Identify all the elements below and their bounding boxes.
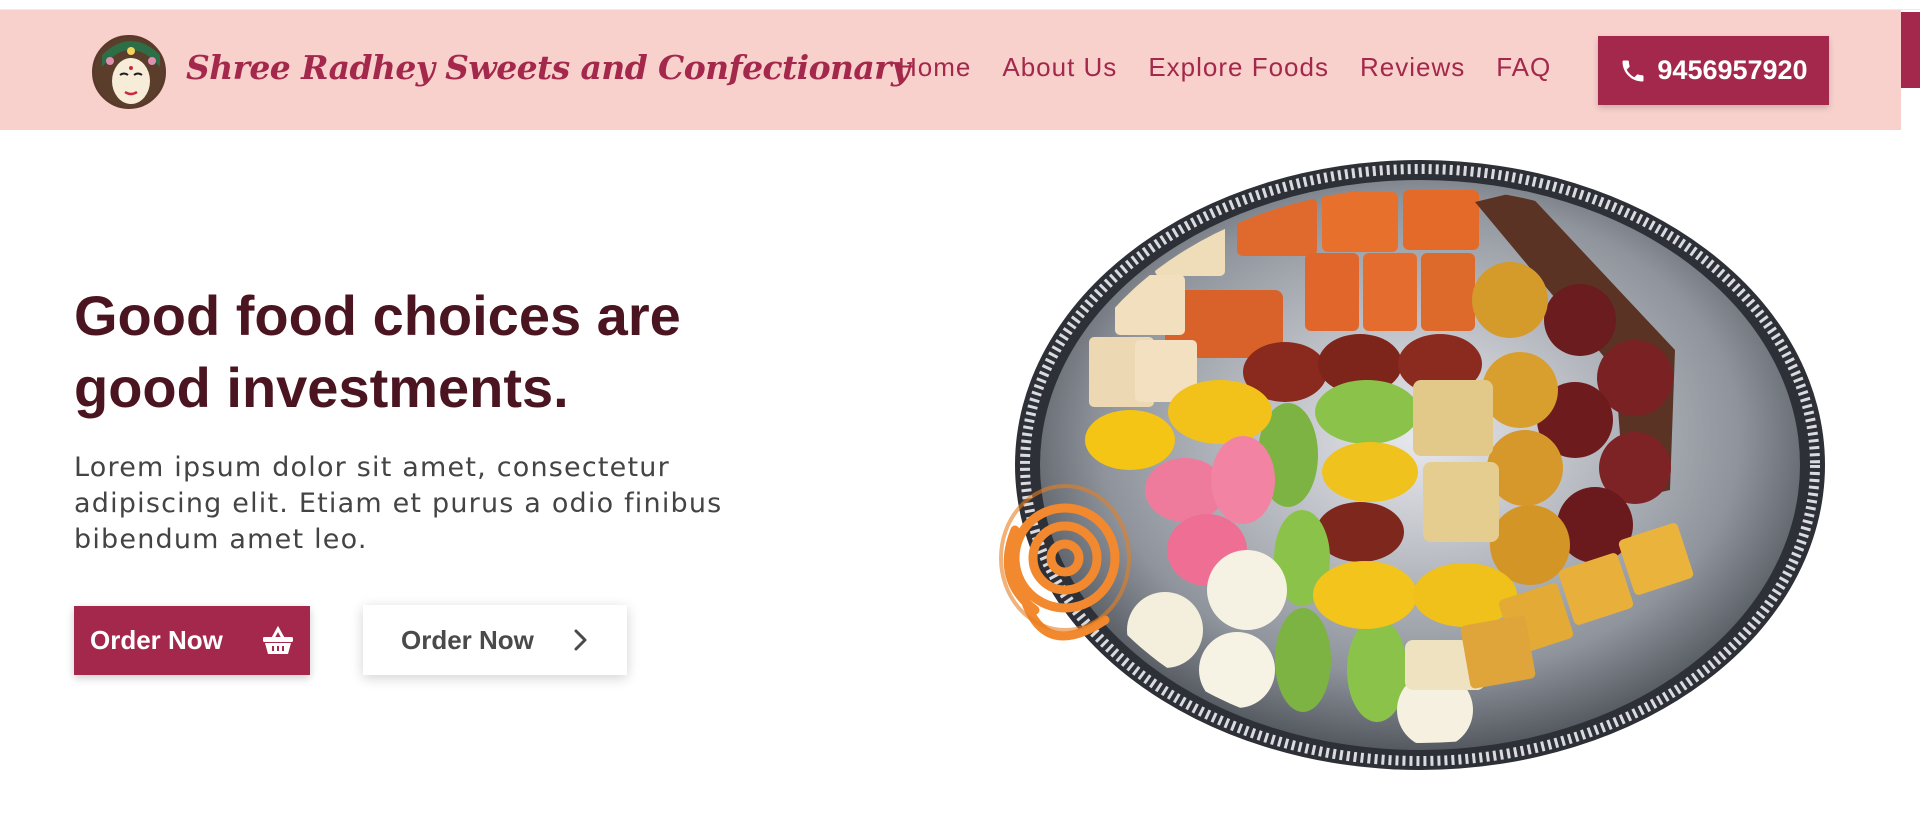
- order-now-label: Order Now: [90, 625, 223, 655]
- nav-link-home[interactable]: Home: [898, 52, 971, 83]
- brand-logo[interactable]: [92, 35, 166, 109]
- chevron-right-icon: [574, 629, 587, 651]
- order-now-secondary-button[interactable]: Order Now: [363, 605, 627, 675]
- order-now-button[interactable]: Order Now: [74, 606, 310, 675]
- hero-title-line1: Good food choices are: [74, 284, 681, 347]
- basket-icon: [262, 625, 293, 654]
- sweets-platter-image: [999, 160, 1825, 770]
- phone-icon: [1622, 60, 1644, 81]
- nav-link-reviews[interactable]: Reviews: [1360, 52, 1465, 83]
- phone-button[interactable]: 9456957920: [1598, 36, 1829, 105]
- nav-link-about-us[interactable]: About Us: [1002, 52, 1117, 83]
- hero-description-line2: adipiscing elit. Etiam et purus a odio f…: [74, 488, 723, 519]
- main-nav: Home About Us Explore Foods Reviews FAQ: [898, 52, 1551, 83]
- nav-link-explore-foods[interactable]: Explore Foods: [1148, 52, 1329, 83]
- hero-title: Good food choices are good investments.: [74, 280, 774, 424]
- hero-description-line3: bibendum amet leo.: [74, 524, 368, 555]
- phone-number: 9456957920: [1657, 55, 1808, 85]
- deity-logo-icon: [94, 37, 164, 107]
- order-now-secondary-label: Order Now: [401, 624, 534, 655]
- hero-title-line2: good investments.: [74, 356, 569, 419]
- brand-name[interactable]: Shree Radhey Sweets and Confectionary: [186, 48, 910, 87]
- navbar: Shree Radhey Sweets and Confectionary Ho…: [0, 10, 1901, 130]
- hero-description-line1: Lorem ipsum dolor sit amet, consectetur: [74, 452, 670, 483]
- nav-link-faq[interactable]: FAQ: [1496, 52, 1551, 83]
- hero-description: Lorem ipsum dolor sit amet, consectetur …: [74, 450, 774, 558]
- corner-accent: [1901, 12, 1920, 88]
- top-strip: [0, 0, 1920, 10]
